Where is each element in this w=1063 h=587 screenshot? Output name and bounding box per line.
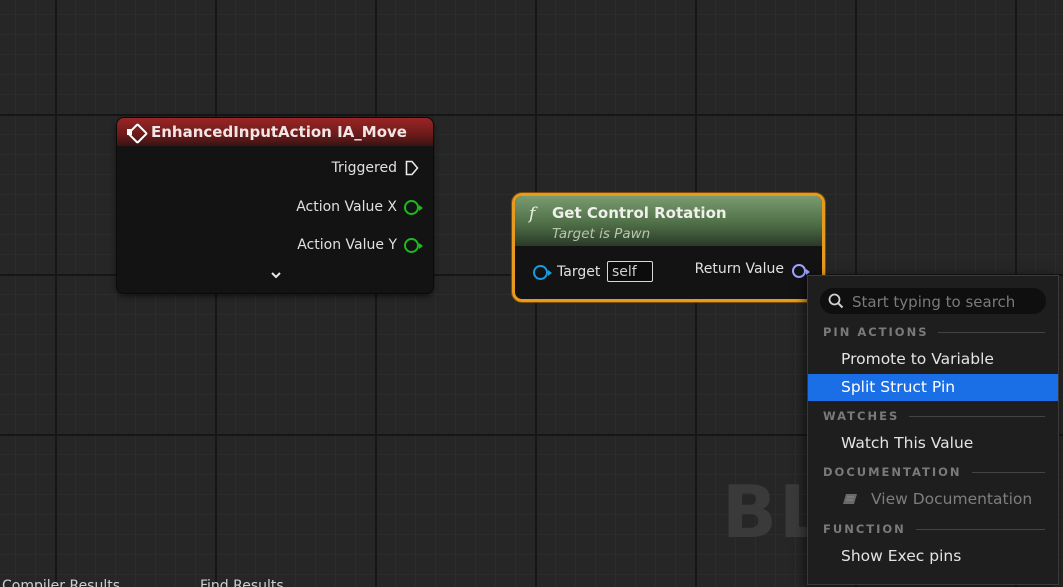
- section-label: PIN ACTIONS: [823, 325, 929, 339]
- object-pin-icon[interactable]: [533, 265, 552, 280]
- search-icon: [828, 293, 844, 309]
- node-header[interactable]: EnhancedInputAction IA_Move: [117, 118, 433, 146]
- target-value-field[interactable]: self: [607, 261, 653, 282]
- divider: [909, 415, 1045, 417]
- float-pin-icon[interactable]: [404, 199, 423, 215]
- action-value-x-pin-row[interactable]: Action Value X: [296, 199, 423, 215]
- view-documentation-item[interactable]: View Documentation: [808, 486, 1058, 513]
- watch-this-value-item[interactable]: Watch This Value: [808, 430, 1058, 457]
- show-exec-pins-item[interactable]: Show Exec pins: [808, 543, 1058, 570]
- section-documentation: DOCUMENTATION: [823, 465, 1045, 479]
- documentation-icon: [843, 494, 857, 504]
- expand-chevron-icon[interactable]: [269, 270, 283, 280]
- tab-find-results[interactable]: Find Results: [200, 578, 284, 587]
- split-struct-pin-item[interactable]: Split Struct Pin: [808, 374, 1058, 401]
- section-label: DOCUMENTATION: [823, 465, 962, 479]
- enhanced-input-action-node[interactable]: EnhancedInputAction IA_Move Triggered Ac…: [116, 117, 434, 294]
- target-pin-label: Target: [557, 264, 601, 280]
- section-label: WATCHES: [823, 409, 900, 423]
- struct-pin-icon[interactable]: [792, 264, 810, 278]
- pin-label: Action Value X: [296, 199, 397, 215]
- input-event-icon: [127, 123, 145, 141]
- pin-label: Action Value Y: [297, 237, 397, 253]
- triggered-pin-row[interactable]: Triggered: [332, 160, 419, 176]
- divider: [938, 331, 1045, 333]
- node-header[interactable]: f Get Control Rotation Target is Pawn: [515, 196, 822, 246]
- exec-pin-icon[interactable]: [405, 160, 419, 176]
- section-label: FUNCTION: [823, 522, 906, 536]
- get-control-rotation-node[interactable]: f Get Control Rotation Target is Pawn Ta…: [512, 193, 825, 302]
- bottom-tab-bar: Compiler Results Find Results: [0, 578, 400, 587]
- search-input[interactable]: [850, 289, 1044, 315]
- section-pin-actions: PIN ACTIONS: [823, 325, 1045, 339]
- node-subtitle: Target is Pawn: [552, 226, 651, 242]
- node-title: Get Control Rotation: [552, 204, 727, 222]
- action-value-y-pin-row[interactable]: Action Value Y: [297, 237, 423, 253]
- node-title: EnhancedInputAction IA_Move: [151, 123, 407, 141]
- return-value-pin-label: Return Value: [694, 261, 784, 277]
- float-pin-icon[interactable]: [404, 237, 423, 253]
- pin-context-menu: PIN ACTIONS Promote to Variable Split St…: [807, 275, 1059, 585]
- section-function: FUNCTION: [823, 522, 1045, 536]
- divider: [971, 471, 1045, 473]
- function-icon: f: [529, 204, 536, 224]
- section-watches: WATCHES: [823, 409, 1045, 423]
- item-label: View Documentation: [871, 490, 1033, 508]
- search-box[interactable]: [820, 288, 1046, 315]
- promote-to-variable-item[interactable]: Promote to Variable: [808, 346, 1058, 373]
- divider: [915, 528, 1045, 530]
- tab-compiler-results[interactable]: Compiler Results: [2, 578, 120, 587]
- pin-label: Triggered: [331, 160, 397, 176]
